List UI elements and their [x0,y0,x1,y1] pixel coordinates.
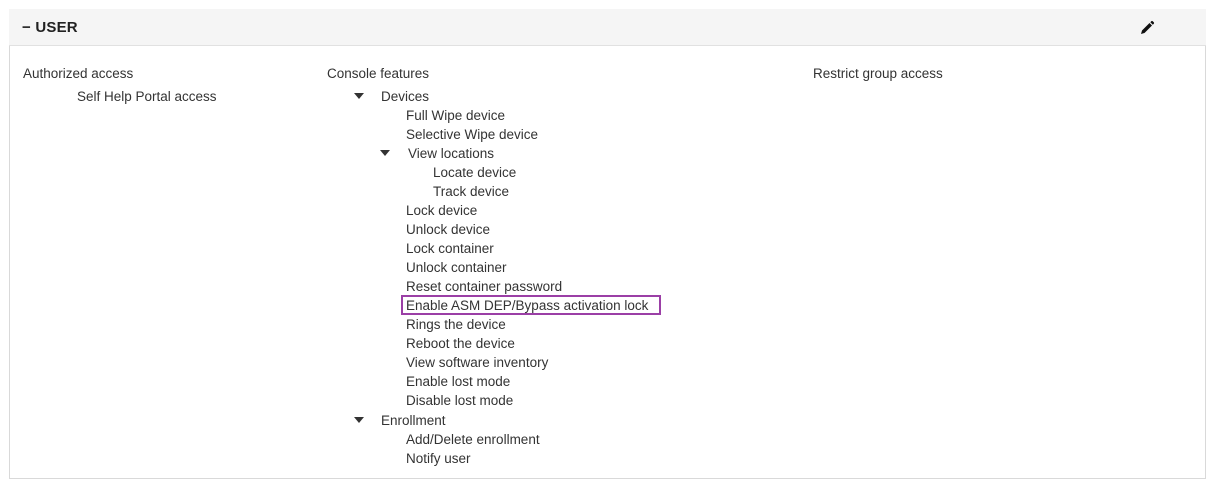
tree-item-view-software-inventory: View software inventory [406,355,549,370]
tree-item-locate-device: Locate device [433,165,517,180]
panel-header[interactable]: − USER [9,9,1206,46]
tree-item-enable-asm-dep: Enable ASM DEP/Bypass activation lock [406,298,649,313]
tree-item-rings-device: Rings the device [406,317,506,332]
pencil-icon [1141,20,1155,34]
tree-item-unlock-container: Unlock container [406,260,507,275]
tree-item-notify-user: Notify user [406,451,471,466]
panel-title[interactable]: − USER [22,19,78,36]
caret-down-icon[interactable] [354,417,364,423]
tree-item-reset-container-password: Reset container password [406,279,563,294]
tree-item-enable-lost-mode: Enable lost mode [406,374,511,389]
tree-label: View locations [408,146,495,161]
tree-item-track-device: Track device [433,184,510,199]
tree-item-lock-device: Lock device [406,203,478,218]
console-features-label: Console features [327,66,430,81]
caret-down-icon[interactable] [380,150,390,156]
tree-item-disable-lost-mode: Disable lost mode [406,393,514,408]
restrict-group-access-label: Restrict group access [813,66,943,81]
panel-overlay: − USER [9,9,1206,479]
tree-item-unlock-device: Unlock device [406,222,491,237]
self-help-portal-access: Self Help Portal access [77,89,217,104]
tree-label: Enrollment [381,413,446,428]
tree-item-selective-wipe: Selective Wipe device [406,127,539,142]
tree-item-add-delete-enrollment: Add/Delete enrollment [406,432,540,447]
tree-item-full-wipe: Full Wipe device [406,108,506,123]
tree-label: Devices [381,89,430,104]
caret-down-icon[interactable] [354,93,364,99]
tree-item-reboot-device: Reboot the device [406,336,515,351]
tree-item-lock-container: Lock container [406,241,494,256]
edit-button[interactable] [1137,18,1157,38]
authorized-access-label: Authorized access [23,66,134,81]
